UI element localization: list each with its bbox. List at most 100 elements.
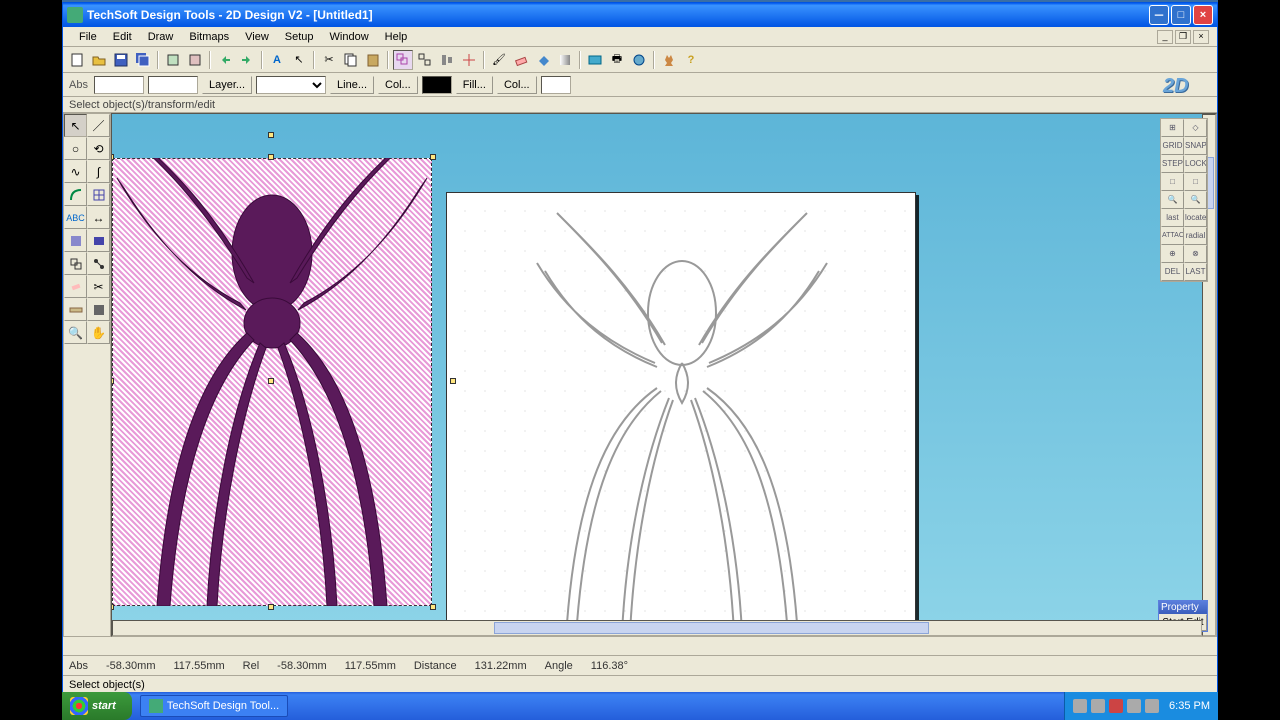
resize-handle-nw[interactable]	[111, 154, 114, 160]
fill-col-button[interactable]: Col...	[497, 76, 537, 94]
help-button[interactable]: ?	[681, 50, 701, 70]
import-button[interactable]	[163, 50, 183, 70]
guides-button[interactable]: ◇	[1184, 119, 1207, 137]
eraser-button[interactable]	[511, 50, 531, 70]
redo-button[interactable]	[237, 50, 257, 70]
zoom-out-button[interactable]: 🔍	[1184, 191, 1207, 209]
new-button[interactable]	[67, 50, 87, 70]
dimension-tool[interactable]: ↔	[87, 206, 110, 229]
fill-color-swatch[interactable]	[541, 76, 571, 94]
text-tool[interactable]: ABC	[64, 206, 87, 229]
menu-bitmaps[interactable]: Bitmaps	[181, 29, 237, 45]
radial-button[interactable]: radial	[1184, 227, 1207, 245]
cut-button[interactable]: ✂	[319, 50, 339, 70]
lock-toggle[interactable]: LOCK	[1184, 155, 1207, 173]
preview-button[interactable]	[585, 50, 605, 70]
mdi-close-button[interactable]: ×	[1193, 30, 1209, 44]
copy-button[interactable]	[341, 50, 361, 70]
open-button[interactable]	[89, 50, 109, 70]
text-tool-button[interactable]: A	[267, 50, 287, 70]
del-button[interactable]: DEL	[1161, 263, 1184, 281]
node-tool[interactable]	[87, 252, 110, 275]
arc-tool[interactable]: ⟲	[87, 137, 110, 160]
hscroll-thumb[interactable]	[494, 622, 929, 634]
undo-button[interactable]	[215, 50, 235, 70]
erase-tool[interactable]	[64, 275, 87, 298]
misc1-button[interactable]: ⊕	[1161, 245, 1184, 263]
line-tool[interactable]: ／	[87, 114, 110, 137]
hatch-tool[interactable]	[64, 229, 87, 252]
curve-tool[interactable]: ∿	[64, 160, 87, 183]
menu-edit[interactable]: Edit	[105, 29, 140, 45]
resize-handle-w[interactable]	[111, 378, 114, 384]
grid-toggle[interactable]: GRID	[1161, 137, 1184, 155]
close-button[interactable]: ×	[1193, 5, 1213, 25]
snap-toggle[interactable]: SNAP	[1184, 137, 1207, 155]
minimize-button[interactable]: －	[1149, 5, 1169, 25]
line-button[interactable]: Line...	[330, 76, 374, 94]
selected-bitmap[interactable]	[112, 158, 432, 606]
last-button[interactable]: last	[1161, 209, 1184, 227]
menu-file[interactable]: File	[71, 29, 105, 45]
plot-button[interactable]	[629, 50, 649, 70]
ortho-button[interactable]: □	[1161, 173, 1184, 191]
align-button[interactable]	[437, 50, 457, 70]
grid-display-button[interactable]: ⊞	[1161, 119, 1184, 137]
resize-handle-e[interactable]	[450, 378, 456, 384]
mdi-minimize-button[interactable]: _	[1157, 30, 1173, 44]
resize-handle-s[interactable]	[268, 604, 274, 610]
rect-tool[interactable]	[87, 229, 110, 252]
last2-button[interactable]: LAST	[1184, 263, 1207, 281]
measure-tool[interactable]	[64, 298, 87, 321]
mdi-restore-button[interactable]: ❐	[1175, 30, 1191, 44]
export-button[interactable]	[185, 50, 205, 70]
tray-icon-1[interactable]	[1073, 699, 1087, 713]
spline-tool[interactable]: ∫	[87, 160, 110, 183]
abs-x-input[interactable]	[94, 76, 144, 94]
save-button[interactable]	[111, 50, 131, 70]
circle-tool[interactable]: ○	[64, 137, 87, 160]
artboard[interactable]	[446, 192, 916, 634]
resize-handle-sw[interactable]	[111, 604, 114, 610]
trim-tool[interactable]: ✂	[87, 275, 110, 298]
save-all-button[interactable]	[133, 50, 153, 70]
step-toggle[interactable]: STEP	[1161, 155, 1184, 173]
resize-handle-n[interactable]	[268, 154, 274, 160]
select-tool[interactable]: ↖	[64, 114, 87, 137]
zoom-in-button[interactable]: 🔍	[1161, 191, 1184, 209]
menu-window[interactable]: Window	[322, 29, 377, 45]
distribute-button[interactable]	[459, 50, 479, 70]
canvas[interactable]: ⊞◇ GRIDSNAP STEPLOCK □□ 🔍🔍 lastlocate AT…	[111, 113, 1217, 637]
menu-draw[interactable]: Draw	[140, 29, 182, 45]
spider-outline[interactable]	[447, 193, 917, 635]
resize-handle-ne[interactable]	[430, 154, 436, 160]
shape-tool[interactable]	[64, 183, 87, 206]
paint-tool[interactable]	[87, 298, 110, 321]
transform-tool[interactable]	[64, 252, 87, 275]
pan-tool[interactable]: ✋	[87, 321, 110, 344]
misc2-button[interactable]: ⊗	[1184, 245, 1207, 263]
layer-button[interactable]: Layer...	[202, 76, 252, 94]
group-button[interactable]	[393, 50, 413, 70]
rotate-handle-top[interactable]	[268, 132, 274, 138]
line-col-button[interactable]: Col...	[378, 76, 418, 94]
taskbar-app-button[interactable]: TechSoft Design Tool...	[140, 695, 288, 717]
system-tray[interactable]: 6:35 PM	[1064, 692, 1218, 720]
center-handle[interactable]	[268, 378, 274, 384]
locate-button[interactable]: locate	[1184, 209, 1207, 227]
titlebar[interactable]: TechSoft Design Tools - 2D Design V2 - […	[63, 3, 1217, 27]
brush-button[interactable]: 🖌	[489, 50, 509, 70]
clock[interactable]: 6:35 PM	[1169, 700, 1210, 712]
tray-icon-2[interactable]	[1091, 699, 1105, 713]
start-button[interactable]: start	[62, 692, 132, 720]
grid-tool[interactable]	[87, 183, 110, 206]
menu-setup[interactable]: Setup	[277, 29, 322, 45]
ungroup-button[interactable]	[415, 50, 435, 70]
resize-handle-se[interactable]	[430, 604, 436, 610]
maximize-button[interactable]: □	[1171, 5, 1191, 25]
print-button[interactable]: 🖶	[607, 50, 627, 70]
menu-view[interactable]: View	[237, 29, 277, 45]
layer-select[interactable]	[256, 76, 326, 94]
horizontal-scrollbar[interactable]	[112, 620, 1202, 636]
tray-icon-5[interactable]	[1145, 699, 1159, 713]
